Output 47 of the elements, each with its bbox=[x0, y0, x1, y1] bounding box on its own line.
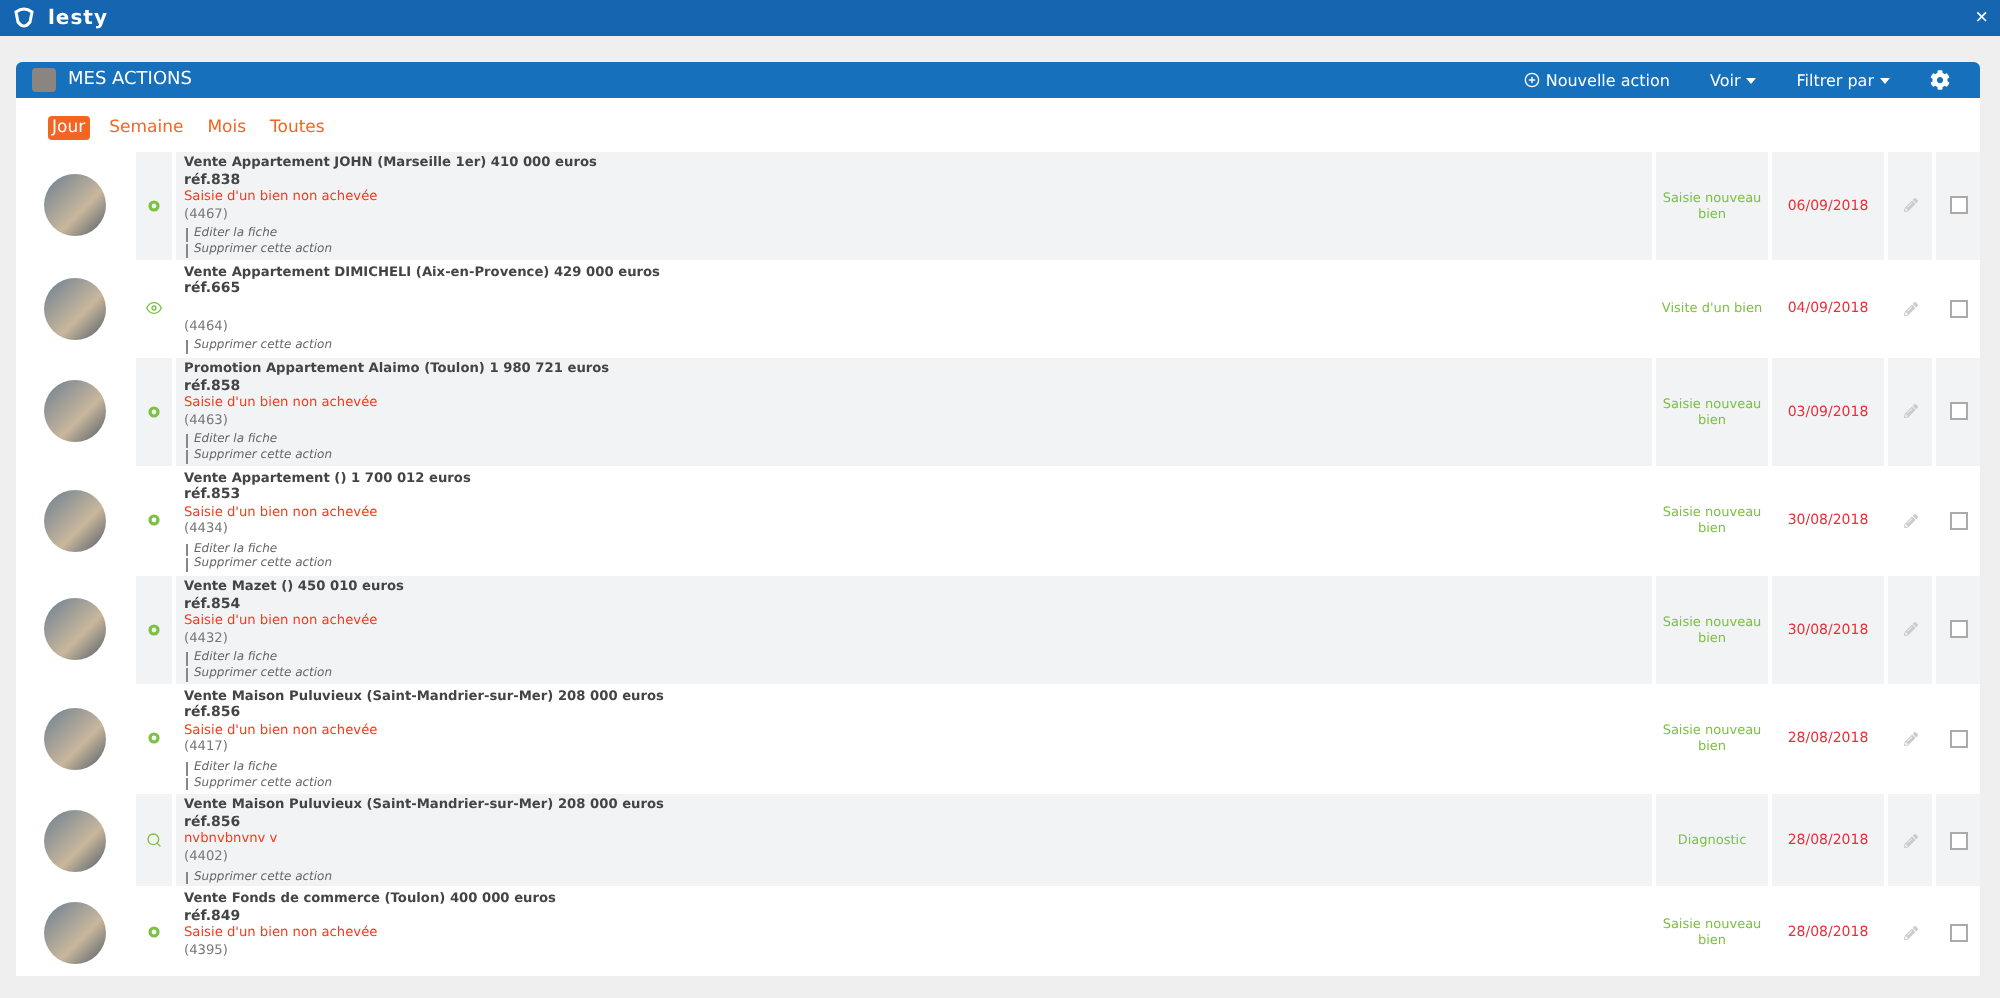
photo-placeholder bbox=[43, 277, 105, 340]
photo-placeholder bbox=[43, 901, 105, 964]
eye-icon bbox=[146, 300, 162, 317]
photo-placeholder bbox=[43, 598, 105, 661]
close-button[interactable]: × bbox=[1975, 6, 1988, 30]
caret-icon bbox=[1746, 77, 1757, 83]
dropdown-button[interactable]: Voir bbox=[1695, 71, 1771, 89]
row-checkbox[interactable] bbox=[1949, 620, 1967, 639]
circle-icon bbox=[148, 623, 160, 636]
logo-icon bbox=[12, 6, 36, 30]
period-tab[interactable]: Jour bbox=[48, 116, 90, 140]
circle-icon bbox=[148, 514, 160, 527]
period-tab[interactable]: Mois bbox=[203, 116, 251, 140]
circle-icon bbox=[148, 732, 160, 745]
app-title: lesty bbox=[48, 7, 110, 29]
caret-icon bbox=[1880, 77, 1890, 83]
circle-icon bbox=[148, 199, 160, 212]
row-checkbox[interactable] bbox=[1949, 831, 1967, 850]
pencil-icon[interactable] bbox=[1903, 404, 1917, 419]
photo-placeholder bbox=[43, 809, 105, 872]
photo-placeholder bbox=[43, 174, 105, 237]
row-checkbox[interactable] bbox=[1949, 402, 1967, 421]
circle-icon bbox=[148, 926, 160, 939]
avatar bbox=[32, 68, 56, 92]
plus-icon bbox=[1523, 72, 1540, 88]
row-checkbox[interactable] bbox=[1949, 729, 1967, 748]
panel-title: MES ACTIONS bbox=[68, 70, 194, 90]
new-action-button[interactable]: Nouvelle action bbox=[1509, 71, 1684, 89]
pencil-icon[interactable] bbox=[1903, 622, 1917, 637]
pencil-icon[interactable] bbox=[1903, 198, 1917, 213]
row-checkbox[interactable] bbox=[1949, 299, 1967, 318]
pencil-icon[interactable] bbox=[1903, 731, 1917, 746]
row-checkbox[interactable] bbox=[1949, 196, 1967, 215]
row-checkbox[interactable] bbox=[1949, 511, 1967, 530]
photo-placeholder bbox=[43, 380, 105, 443]
row-checkbox[interactable] bbox=[1949, 923, 1967, 942]
pencil-icon[interactable] bbox=[1903, 833, 1917, 848]
pencil-icon[interactable] bbox=[1903, 513, 1917, 528]
photo-placeholder bbox=[43, 489, 105, 552]
pencil-icon[interactable] bbox=[1903, 925, 1917, 940]
dropdown-button[interactable]: Filtrer par bbox=[1782, 71, 1904, 89]
period-tab[interactable]: Toutes bbox=[266, 116, 329, 140]
period-tab[interactable]: Semaine bbox=[105, 116, 188, 140]
circle-icon bbox=[148, 405, 160, 418]
photo-placeholder bbox=[43, 707, 105, 770]
pencil-icon[interactable] bbox=[1903, 301, 1917, 316]
search-icon bbox=[146, 832, 162, 849]
